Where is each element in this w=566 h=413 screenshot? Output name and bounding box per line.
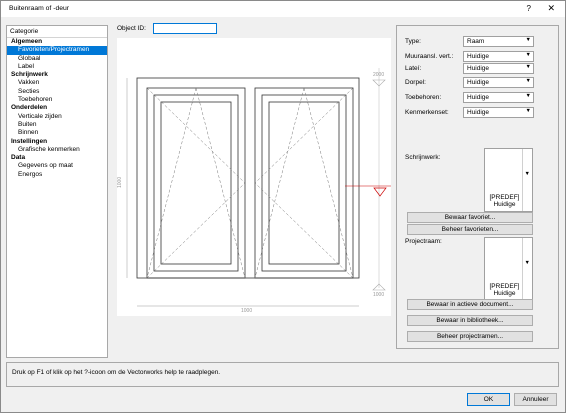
chevron-down-icon[interactable]: ▼ [526,64,531,70]
category-items: Algemeen Favorieten/Projectramen Globaal La… [7,38,107,179]
status-bar: Druk op F1 of klik op het ?-icoon om de … [6,362,559,387]
save-favorite-button[interactable]: Bewaar favoriet... [407,212,533,223]
right-sash [254,87,354,279]
dim-left-label: 1000 [117,177,123,188]
property-label: Toebehoren: [405,94,442,101]
category-item[interactable]: Toebehoren [7,96,107,104]
category-group[interactable]: Data [7,154,107,162]
category-item[interactable]: Secties [7,88,107,96]
dialog-window: Buitenraam of -deur ? ✕ Categorie Algeme… [0,0,566,413]
dim-bottom-label: 1000 [241,308,252,314]
category-header: Categorie [7,26,107,38]
schrijnwerk-label: Schrijnwerk: [405,154,441,161]
category-item[interactable]: Vakken [7,79,107,87]
category-item[interactable]: Favorieten/Projectramen [7,46,107,55]
category-group[interactable]: Schrijnwerk [7,71,107,79]
save-library-button[interactable]: Bewaar in bibliotheek... [407,315,533,326]
object-id-label: Object ID: [117,25,146,32]
category-item[interactable]: Energos [7,171,107,179]
category-group[interactable]: Algemeen [7,38,107,46]
category-item[interactable]: Grafische kenmerken [7,146,107,154]
chevron-down-icon[interactable]: ▼ [526,37,531,43]
dropdown-value: Huidige [467,65,490,72]
property-dropdown[interactable]: Huidige ▼ [463,107,534,118]
projectraam-thumb-line2: Huidige [493,290,516,297]
ok-button[interactable]: OK [467,393,510,406]
title-bar: Buitenraam of -deur ? ✕ [1,1,565,17]
manage-favorites-button[interactable]: Beheer favorieten... [407,224,533,235]
chevron-down-icon[interactable]: ▼ [525,171,530,177]
projectraam-thumbnail[interactable]: ▼ [PREDEF] Huidige [484,237,533,301]
schrijnwerk-thumbnail[interactable]: ▼ [PREDEF] Huidige [484,148,533,212]
window-preview: 1000 1000 2000 1000 [117,38,391,316]
category-item[interactable]: Buiten [7,121,107,129]
category-item[interactable]: Label [7,63,107,71]
close-icon[interactable]: ✕ [547,3,555,14]
dropdown-value: Huidige [467,94,490,101]
property-label: Lateí: [405,65,422,72]
schrijnwerk-thumb-line1: [PREDEF] [489,194,520,201]
category-item[interactable]: Gegevens op maat [7,162,107,170]
property-dropdown[interactable]: Huidige ▼ [463,92,534,103]
dropdown-value: Huidige [467,109,490,116]
property-label: Muuraansl. vert.: [405,53,454,60]
projectraam-label: Projectraam: [405,238,442,245]
dropdown-value: Huidige [467,79,490,86]
chevron-down-icon[interactable]: ▼ [525,260,530,266]
chevron-down-icon[interactable]: ▼ [526,108,531,114]
help-icon[interactable]: ? [527,4,531,13]
dim-top-right-label: 2000 [373,72,384,78]
category-list: Categorie Algemeen Favorieten/Projectrame… [6,25,108,358]
dim-bottom-right-label: 1000 [373,292,384,298]
property-label: Kenmerkenset: [405,109,449,116]
dropdown-value: Raam [467,38,485,45]
property-dropdown[interactable]: Huidige ▼ [463,77,534,88]
save-active-document-button[interactable]: Bewaar in actieve document... [407,299,533,310]
chevron-down-icon[interactable]: ▼ [526,52,531,58]
window-drawing: 1000 1000 2000 1000 [117,68,391,314]
manage-projectramen-button[interactable]: Beheer projectramen... [407,331,533,342]
schrijnwerk-thumb-line2: Huidige [493,201,516,208]
projectraam-thumb-line1: [PREDEF] [489,283,520,290]
status-text: Druk op F1 of klik op het ?-icoon om de … [12,369,221,376]
property-dropdown[interactable]: Huidige ▼ [463,63,534,74]
category-item[interactable]: Globaal [7,55,107,63]
property-dropdown[interactable]: Huidige ▼ [463,51,534,62]
chevron-down-icon[interactable]: ▼ [526,78,531,84]
property-dropdown[interactable]: Raam ▼ [463,36,534,47]
property-label: Type: [405,38,421,45]
chevron-down-icon[interactable]: ▼ [526,93,531,99]
properties-panel: Type: Raam ▼ Muuraansl. vert.: Huidige ▼ Lateí… [396,25,559,349]
outer-frame [136,77,360,279]
category-group[interactable]: Onderdelen [7,104,107,112]
dropdown-value: Huidige [467,53,490,60]
window-title: Buitenraam of -deur [9,5,70,12]
category-group[interactable]: Instellingen [7,138,107,146]
category-item[interactable]: Binnen [7,129,107,137]
cancel-button[interactable]: Annuleer [514,393,557,406]
left-sash [146,87,246,279]
category-item[interactable]: Verticale zijden [7,113,107,121]
object-id-input[interactable] [153,23,217,34]
property-label: Dorpel: [405,79,426,86]
